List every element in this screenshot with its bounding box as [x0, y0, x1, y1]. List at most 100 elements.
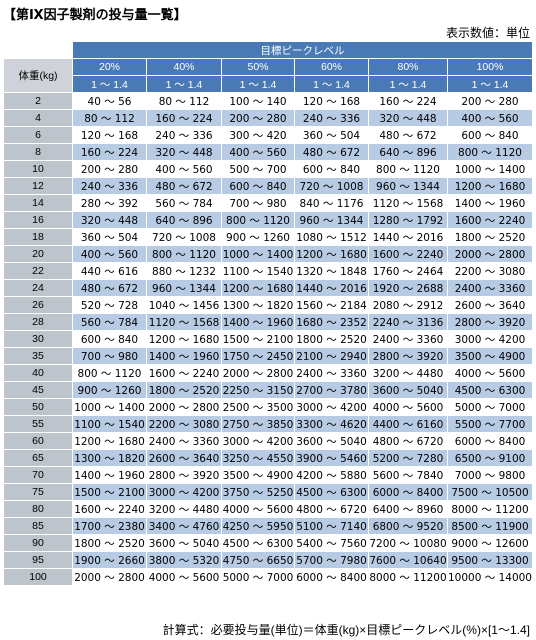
- dose-cell: 1700 ～ 2380: [72, 517, 147, 535]
- table-row: 30 600 ～ 840 1200 ～ 1680 1500 ～ 2100 1800 ～ …: [3, 330, 533, 348]
- table-row: 55 1100 ～ 1540 2200 ～ 3080 2750 ～ 3850 3300 …: [3, 415, 533, 433]
- level-header: 40%: [146, 58, 222, 76]
- dose-cell: 1500 ～ 2100: [72, 483, 147, 501]
- dose-cell: 700 ～ 980: [221, 194, 295, 212]
- dose-cell: 1560 ～ 2184: [294, 296, 369, 314]
- dose-cell: 2200 ～ 3080: [447, 262, 533, 280]
- dose-cell: 280 ～ 392: [72, 194, 147, 212]
- header-row-levels: 体重(kg) 20% 40% 50% 60% 80% 100%: [3, 58, 533, 93]
- weight-cell: 40: [3, 364, 73, 382]
- dose-cell: 1000 ～ 1400: [221, 245, 295, 263]
- table-row: 4 80 ～ 112 160 ～ 224 200 ～ 280 240 ～ 336 320 …: [3, 109, 533, 127]
- dose-cell: 900 ～ 1260: [221, 228, 295, 246]
- dose-cell: 1200 ～ 1680: [221, 279, 295, 297]
- dose-cell: 840 ～ 1176: [294, 194, 369, 212]
- dose-cell: 600 ～ 840: [221, 177, 295, 195]
- dose-cell: 1200 ～ 1680: [72, 432, 147, 450]
- dose-cell: 1400 ～ 1960: [146, 347, 222, 365]
- dose-cell: 1600 ～ 2240: [368, 245, 448, 263]
- dose-cell: 1000 ～ 1400: [72, 398, 147, 416]
- table-row: 35 700 ～ 980 1400 ～ 1960 1750 ～ 2450 2100 ～ …: [3, 347, 533, 365]
- dose-cell: 700 ～ 980: [72, 347, 147, 365]
- dose-cell: 8000 ～ 11200: [447, 500, 533, 518]
- level-header: 60%: [294, 58, 369, 76]
- weight-column-header: 体重(kg): [3, 58, 73, 93]
- dose-cell: 4000 ～ 5600: [221, 500, 295, 518]
- dose-cell: 4000 ～ 5600: [368, 398, 448, 416]
- dose-cell: 3600 ～ 5040: [146, 534, 222, 552]
- dose-cell: 100 ～ 140: [221, 92, 295, 110]
- dose-cell: 1800 ～ 2520: [72, 534, 147, 552]
- table-row: 95 1900 ～ 2660 3800 ～ 5320 4750 ～ 6650 5700 …: [3, 551, 533, 569]
- dose-cell: 900 ～ 1260: [72, 381, 147, 399]
- weight-cell: 14: [3, 194, 73, 212]
- dose-cell: 8000 ～ 11200: [368, 568, 448, 586]
- dose-cell: 200 ～ 280: [72, 160, 147, 178]
- table-row: 50 1000 ～ 1400 2000 ～ 2800 2500 ～ 3500 3000 …: [3, 398, 533, 416]
- dose-cell: 1320 ～ 1848: [294, 262, 369, 280]
- dose-cell: 2400 ～ 3360: [294, 364, 369, 382]
- table-row: 14 280 ～ 392 560 ～ 784 700 ～ 980 840 ～ 1176 1…: [3, 194, 533, 212]
- dose-cell: 1300 ～ 1820: [221, 296, 295, 314]
- dose-cell: 320 ～ 448: [146, 143, 222, 161]
- weight-cell: 60: [3, 432, 73, 450]
- dose-cell: 3000 ～ 4200: [221, 432, 295, 450]
- range-header: 1 ～ 1.4: [146, 75, 222, 93]
- dose-cell: 1680 ～ 2352: [294, 313, 369, 331]
- dose-cell: 1100 ～ 1540: [72, 415, 147, 433]
- header-row-group: 目標ピークレベル: [3, 41, 533, 59]
- table-row: 40 800 ～ 1120 1600 ～ 2240 2000 ～ 2800 2400 ～…: [3, 364, 533, 382]
- dose-cell: 160 ～ 224: [146, 109, 222, 127]
- weight-cell: 85: [3, 517, 73, 535]
- dose-cell: 2000 ～ 2800: [221, 364, 295, 382]
- dose-cell: 7000 ～ 9800: [447, 466, 533, 484]
- dose-cell: 1000 ～ 1400: [447, 160, 533, 178]
- range-header: 1 ～ 1.4: [368, 75, 448, 93]
- level-header: 80%: [368, 58, 448, 76]
- dose-cell: 480 ～ 672: [72, 279, 147, 297]
- dose-cell: 240 ～ 336: [146, 126, 222, 144]
- weight-cell: 4: [3, 109, 73, 127]
- dose-cell: 1400 ～ 1960: [72, 466, 147, 484]
- table-row: 45 900 ～ 1260 1800 ～ 2520 2250 ～ 3150 2700 ～…: [3, 381, 533, 399]
- dose-cell: 480 ～ 672: [294, 143, 369, 161]
- dose-cell: 360 ～ 504: [72, 228, 147, 246]
- dose-cell: 120 ～ 168: [294, 92, 369, 110]
- dose-cell: 2000 ～ 2800: [146, 398, 222, 416]
- dose-cell: 200 ～ 280: [221, 109, 295, 127]
- weight-cell: 2: [3, 92, 73, 110]
- dose-cell: 1600 ～ 2240: [447, 211, 533, 229]
- weight-cell: 95: [3, 551, 73, 569]
- dose-cell: 7600 ～ 10640: [368, 551, 448, 569]
- level-header: 50%: [221, 58, 295, 76]
- dose-cell: 2000 ～ 2800: [72, 568, 147, 586]
- table-row: 90 1800 ～ 2520 3600 ～ 5040 4500 ～ 6300 5400 …: [3, 534, 533, 552]
- dosage-table: 目標ピークレベル 体重(kg) 20% 40% 50% 60% 80% 100%…: [3, 41, 533, 586]
- dose-cell: 2800 ～ 3920: [146, 466, 222, 484]
- dose-cell: 6400 ～ 8960: [368, 500, 448, 518]
- dose-cell: 1500 ～ 2100: [221, 330, 295, 348]
- dose-cell: 1440 ～ 2016: [368, 228, 448, 246]
- dose-cell: 1200 ～ 1680: [146, 330, 222, 348]
- dose-cell: 1300 ～ 1820: [72, 449, 147, 467]
- level-header: 100%: [447, 58, 533, 76]
- dose-cell: 3000 ～ 4200: [447, 330, 533, 348]
- dose-cell: 720 ～ 1008: [146, 228, 222, 246]
- dose-cell: 1400 ～ 1960: [447, 194, 533, 212]
- dose-cell: 2080 ～ 2912: [368, 296, 448, 314]
- page-title: 【第Ⅸ因子製剤の投与量一覧】: [3, 7, 187, 22]
- dose-cell: 4500 ～ 6300: [221, 534, 295, 552]
- dose-cell: 1600 ～ 2240: [72, 500, 147, 518]
- dose-cell: 800 ～ 1120: [72, 364, 147, 382]
- dose-cell: 2750 ～ 3850: [221, 415, 295, 433]
- table-row: 20 400 ～ 560 800 ～ 1120 1000 ～ 1400 1200 ～ 1…: [3, 245, 533, 263]
- dose-cell: 3300 ～ 4620: [294, 415, 369, 433]
- dose-cell: 3250 ～ 4550: [221, 449, 295, 467]
- dose-cell: 200 ～ 280: [447, 92, 533, 110]
- dosage-table-body: 2 40 ～ 56 80 ～ 112 100 ～ 140 120 ～ 168 160 ～ …: [3, 92, 533, 586]
- dose-cell: 8500 ～ 11900: [447, 517, 533, 535]
- dose-cell: 4200 ～ 5880: [294, 466, 369, 484]
- dose-cell: 1080 ～ 1512: [294, 228, 369, 246]
- dose-cell: 10000 ～ 14000: [447, 568, 533, 586]
- formula-note: 計算式：必要投与量(単位)＝体重(kg)×目標ピークレベル(%)×[1～1.4]: [162, 623, 530, 637]
